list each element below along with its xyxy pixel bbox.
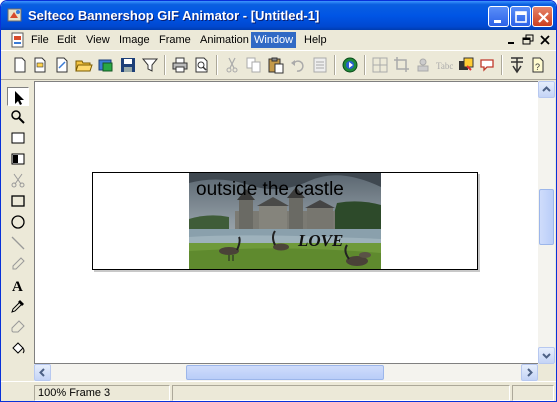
rectangle-tool-icon[interactable] bbox=[7, 191, 29, 210]
minimize-button[interactable] bbox=[488, 6, 509, 27]
open-folder-icon[interactable] bbox=[75, 56, 93, 74]
scroll-down-button[interactable] bbox=[538, 347, 555, 364]
toolbar-separator bbox=[216, 55, 218, 75]
vertical-scroll-thumb[interactable] bbox=[539, 189, 554, 245]
close-button[interactable] bbox=[532, 6, 553, 27]
mdi-restore-icon[interactable] bbox=[521, 33, 535, 47]
help-page-icon[interactable]: ? bbox=[529, 56, 547, 74]
banner-caption: outside the castle bbox=[196, 179, 344, 200]
horizontal-scrollbar[interactable] bbox=[34, 364, 538, 381]
status-pane-extra bbox=[512, 385, 554, 401]
mdi-minimize-icon[interactable] bbox=[505, 33, 519, 47]
menu-help[interactable]: Help bbox=[301, 32, 330, 48]
new-from-template-icon[interactable] bbox=[31, 56, 49, 74]
scroll-left-button[interactable] bbox=[34, 364, 51, 381]
svg-text:A: A bbox=[12, 279, 23, 293]
mdi-close-icon[interactable] bbox=[538, 33, 552, 47]
new-file-icon[interactable] bbox=[11, 56, 29, 74]
app-window: Selteco Bannershop GIF Animator - [Untit… bbox=[0, 0, 557, 402]
canvas-area[interactable]: outside the castle LOVE bbox=[34, 81, 538, 364]
text-tool-icon[interactable]: A bbox=[7, 275, 29, 294]
print-preview-icon[interactable] bbox=[193, 56, 211, 74]
pointer-tool-icon[interactable] bbox=[7, 87, 29, 106]
pencil-tool-icon[interactable] bbox=[7, 254, 29, 273]
menu-frame[interactable]: Frame bbox=[156, 32, 194, 48]
print-icon[interactable] bbox=[171, 56, 189, 74]
maximize-button[interactable] bbox=[510, 6, 531, 27]
scrollbar-corner bbox=[538, 364, 555, 381]
svg-text:Tabc: Tabc bbox=[436, 61, 453, 71]
banner-frame[interactable]: outside the castle LOVE bbox=[92, 172, 478, 270]
vertical-scrollbar[interactable] bbox=[538, 81, 555, 364]
status-pane-message bbox=[172, 385, 510, 401]
love-overlay-text: LOVE bbox=[298, 231, 344, 250]
scroll-right-button[interactable] bbox=[521, 364, 538, 381]
menu-animation[interactable]: Animation bbox=[197, 32, 252, 48]
toolbar-separator bbox=[364, 55, 366, 75]
horizontal-scroll-thumb[interactable] bbox=[186, 365, 384, 380]
app-icon[interactable] bbox=[7, 7, 23, 23]
status-pane-zoom: 100% Frame 3 bbox=[34, 385, 170, 401]
open-image-icon[interactable] bbox=[97, 56, 115, 74]
tools-panel: A bbox=[5, 83, 32, 363]
status-zoom-frame: 100% Frame 3 bbox=[38, 387, 111, 399]
line-tool-icon[interactable] bbox=[7, 233, 29, 252]
svg-text:?: ? bbox=[535, 62, 540, 72]
copy-icon[interactable] bbox=[245, 56, 263, 74]
ellipse-tool-icon[interactable] bbox=[7, 212, 29, 231]
document-icon[interactable] bbox=[10, 32, 26, 48]
preview-play-icon[interactable] bbox=[341, 56, 359, 74]
main-toolbar: Tabc ? bbox=[1, 50, 556, 80]
crop-icon[interactable] bbox=[393, 56, 411, 74]
optimize-filter-icon[interactable] bbox=[141, 56, 159, 74]
menu-edit[interactable]: Edit bbox=[54, 32, 79, 48]
cut-icon[interactable] bbox=[223, 56, 241, 74]
menu-file[interactable]: File bbox=[28, 32, 52, 48]
eraser-tool-icon[interactable] bbox=[7, 317, 29, 336]
undo-icon[interactable] bbox=[289, 56, 307, 74]
menu-bar: File Edit View Image Frame Animation Win… bbox=[1, 30, 556, 50]
text-effects-icon[interactable]: Tabc bbox=[435, 56, 453, 74]
title-bar[interactable]: Selteco Bannershop GIF Animator - [Untit… bbox=[1, 1, 556, 30]
frame-tool-icon[interactable] bbox=[7, 128, 29, 147]
status-bar: 100% Frame 3 bbox=[1, 381, 556, 401]
speech-bubble-icon[interactable] bbox=[479, 56, 497, 74]
zoom-tool-icon[interactable] bbox=[7, 107, 29, 126]
menu-view[interactable]: View bbox=[83, 32, 113, 48]
export-frames-icon[interactable] bbox=[508, 56, 526, 74]
scroll-up-button[interactable] bbox=[538, 81, 555, 98]
menu-image[interactable]: Image bbox=[116, 32, 153, 48]
fill-bucket-tool-icon[interactable] bbox=[7, 338, 29, 357]
paste-icon[interactable] bbox=[267, 56, 285, 74]
new-wizard-icon[interactable] bbox=[53, 56, 71, 74]
scissors-tool-icon[interactable] bbox=[7, 170, 29, 189]
toolbar-separator bbox=[334, 55, 336, 75]
toolbar-separator bbox=[164, 55, 166, 75]
fit-icon[interactable] bbox=[371, 56, 389, 74]
window-title: Selteco Bannershop GIF Animator - [Untit… bbox=[28, 8, 320, 23]
toolbar-separator bbox=[501, 55, 503, 75]
menu-window[interactable]: Window bbox=[251, 32, 297, 48]
eyedropper-tool-icon[interactable] bbox=[7, 296, 29, 315]
add-layer-icon[interactable] bbox=[457, 56, 475, 74]
save-icon[interactable] bbox=[119, 56, 137, 74]
properties-icon[interactable] bbox=[311, 56, 329, 74]
gradient-tool-icon[interactable] bbox=[7, 149, 29, 168]
stamp-icon[interactable] bbox=[414, 56, 432, 74]
